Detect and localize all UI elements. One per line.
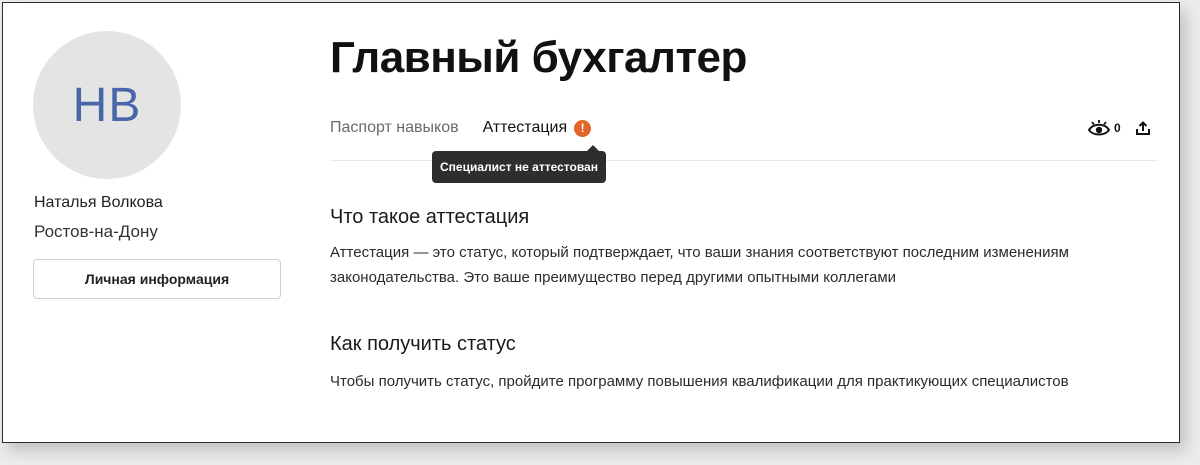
- tab-actions: 0: [1088, 119, 1151, 137]
- views-counter[interactable]: 0: [1088, 119, 1121, 137]
- section-text-how-to-get-status: Чтобы получить статус, пройдите программ…: [330, 373, 1069, 390]
- avatar: НВ: [33, 31, 181, 179]
- tab-skills-passport[interactable]: Паспорт навыков: [330, 119, 459, 137]
- avatar-initials: НВ: [72, 78, 142, 132]
- personal-info-button[interactable]: Личная информация: [33, 259, 281, 299]
- tooltip-not-certified: Специалист не аттестован: [432, 145, 606, 183]
- tab-attestation-label: Аттестация: [482, 119, 568, 136]
- tabs: Паспорт навыков Аттестация !: [330, 119, 592, 137]
- user-city: Ростов-на-Дону: [34, 222, 158, 241]
- exclamation-icon[interactable]: !: [574, 119, 592, 137]
- profile-card: НВ Наталья Волкова Ростов-на-Дону Личная…: [2, 2, 1180, 443]
- section-text-what-is-attestation: Аттестация — это статус, который подтвер…: [330, 244, 1069, 286]
- share-icon[interactable]: [1135, 120, 1151, 136]
- user-name: Наталья Волкова: [34, 194, 163, 211]
- section-title-how-to-get-status: Как получить статус: [330, 333, 516, 355]
- views-count: 0: [1114, 121, 1121, 135]
- tab-attestation[interactable]: Аттестация !: [483, 119, 592, 137]
- page-title: Главный бухгалтер: [330, 33, 747, 82]
- section-title-what-is-attestation: Что такое аттестация: [330, 206, 530, 228]
- eye-icon: [1088, 120, 1110, 136]
